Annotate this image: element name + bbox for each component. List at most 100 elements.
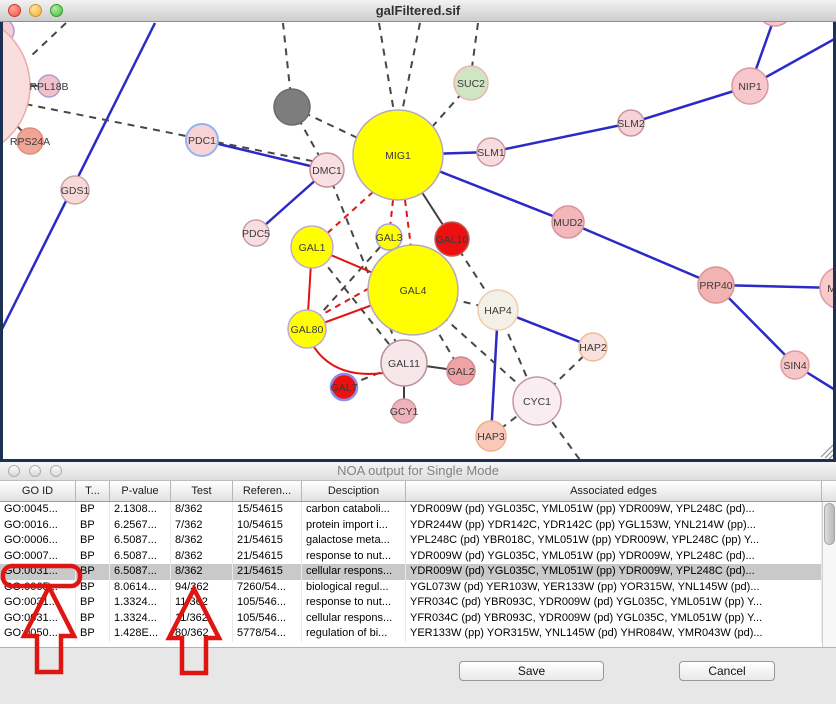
cell-go: GO:0031...: [0, 564, 76, 580]
table-row[interactable]: GO:0031...BP1.3324...11/362105/546...cel…: [0, 611, 836, 627]
CYC1-label: CYC1: [523, 396, 551, 408]
minimize-button[interactable]: [29, 465, 41, 477]
cell-description: regulation of bi...: [302, 626, 406, 642]
cell-go: GO:0065...: [0, 580, 76, 596]
column-header-reference[interactable]: Referen...: [233, 481, 302, 501]
cell-edges: YFR034C (pd) YBR093C, YDR009W (pd) YGL03…: [406, 611, 822, 627]
cell-type: BP: [76, 580, 110, 596]
cell-type: BP: [76, 564, 110, 580]
cell-type: BP: [76, 533, 110, 549]
save-button[interactable]: Save: [459, 661, 604, 681]
topright-node[interactable]: [758, 22, 792, 26]
gray-node[interactable]: [274, 89, 310, 125]
NIP1-label: NIP1: [738, 81, 762, 93]
minimize-button[interactable]: [29, 4, 42, 17]
RPS24A-label: RPS24A: [10, 136, 50, 148]
GAL3-label: GAL3: [376, 232, 403, 244]
column-header-test[interactable]: Test: [171, 481, 233, 501]
noa-titlebar: NOA output for Single Mode: [0, 462, 836, 481]
table-row[interactable]: GO:0016...BP6.2567...7/36210/54615protei…: [0, 518, 836, 534]
table-body: GO:0045...BP2.1308...8/36215/54615carbon…: [0, 502, 836, 647]
close-button[interactable]: [8, 4, 21, 17]
table-row[interactable]: GO:0050...BP1.428E...80/3625778/54...reg…: [0, 626, 836, 642]
cell-go: GO:0006...: [0, 533, 76, 549]
cell-reference: 21/54615: [233, 533, 302, 549]
cancel-button[interactable]: Cancel: [679, 661, 775, 681]
cell-type: BP: [76, 595, 110, 611]
table-row[interactable]: GO:0031...BP1.3324...11/362105/546...res…: [0, 595, 836, 611]
zoom-button[interactable]: [50, 4, 63, 17]
button-panel: Save Cancel: [0, 647, 836, 704]
resize-grip-icon[interactable]: [829, 455, 833, 459]
cell-description: response to nut...: [302, 549, 406, 565]
cell-description: carbon cataboli...: [302, 502, 406, 518]
close-button[interactable]: [8, 465, 20, 477]
scrollbar-thumb[interactable]: [824, 503, 835, 545]
network-window: RPL18BRPS24AGDS1PDC1DMC1MIG1SUC2SLM1SLM2…: [0, 0, 836, 462]
GAL2-label: GAL2: [448, 366, 475, 378]
network-edge: [405, 200, 411, 247]
cell-test: 80/362: [171, 626, 233, 642]
cell-reference: 21/54615: [233, 549, 302, 565]
cell-pvalue: 2.1308...: [110, 502, 171, 518]
table-scrollbar[interactable]: [822, 502, 836, 647]
cell-pvalue: 1.428E...: [110, 626, 171, 642]
cell-test: 8/362: [171, 502, 233, 518]
cell-pvalue: 6.5087...: [110, 549, 171, 565]
table-row[interactable]: GO:0006...BP6.5087...8/36221/54615galact…: [0, 533, 836, 549]
cell-reference: 10/54615: [233, 518, 302, 534]
cell-go: GO:0007...: [0, 549, 76, 565]
table-row[interactable]: GO:0007...BP6.5087...8/36221/54615respon…: [0, 549, 836, 565]
network-canvas[interactable]: RPL18BRPS24AGDS1PDC1DMC1MIG1SUC2SLM1SLM2…: [3, 22, 833, 459]
GAL80-label: GAL80: [291, 324, 324, 336]
cell-edges: YGL073W (pd) YER103W, YER133W (pp) YOR31…: [406, 580, 822, 596]
cell-go: GO:0050...: [0, 626, 76, 642]
GAL7-label: GAL7: [331, 382, 358, 394]
cell-edges: YDR009W (pd) YGL035C, YML051W (pp) YDR00…: [406, 502, 822, 518]
column-header-pvalue[interactable]: P-value: [110, 481, 171, 501]
cell-edges: YDR244W (pp) YDR142C, YDR142C (pp) YGL15…: [406, 518, 822, 534]
column-header-go[interactable]: GO ID: [0, 481, 76, 501]
cell-description: cellular respons...: [302, 611, 406, 627]
cell-pvalue: 6.2567...: [110, 518, 171, 534]
cell-go: GO:0031...: [0, 595, 76, 611]
HAP3-label: HAP3: [477, 431, 505, 443]
network-edge: [379, 23, 394, 112]
GAL1-label: GAL1: [299, 242, 326, 254]
cell-type: BP: [76, 518, 110, 534]
network-edge: [491, 123, 631, 152]
MUD2-label: MUD2: [553, 217, 583, 229]
network-edge: [472, 23, 478, 67]
SIN4-label: SIN4: [783, 360, 807, 372]
table-row[interactable]: GO:0045...BP2.1308...8/36215/54615carbon…: [0, 502, 836, 518]
cell-reference: 15/54615: [233, 502, 302, 518]
cell-reference: 105/546...: [233, 595, 302, 611]
cell-type: BP: [76, 502, 110, 518]
network-window-title: galFiltered.sif: [0, 0, 836, 21]
column-header-description[interactable]: Desciption: [302, 481, 406, 501]
PRP40-label: PRP40: [699, 280, 732, 292]
table-row[interactable]: GO:0031...BP6.5087...8/36221/54615cellul…: [0, 564, 836, 580]
PDC1-label: PDC1: [188, 135, 216, 147]
cell-reference: 7260/54...: [233, 580, 302, 596]
window-controls: [8, 4, 63, 17]
GAL4-label: GAL4: [400, 285, 427, 297]
cell-description: response to nut...: [302, 595, 406, 611]
GDS1-label: GDS1: [61, 185, 90, 197]
GCY1-label: GCY1: [390, 406, 419, 418]
RPL18B-label: RPL18B: [29, 81, 68, 93]
cell-description: protein import i...: [302, 518, 406, 534]
table-row[interactable]: GO:0065...BP8.0614...94/3627260/54...bio…: [0, 580, 836, 596]
PDC5-label: PDC5: [242, 228, 270, 240]
cell-pvalue: 6.5087...: [110, 564, 171, 580]
cell-test: 11/362: [171, 595, 233, 611]
GAL11-label: GAL11: [388, 358, 420, 370]
HAP4-label: HAP4: [484, 305, 512, 317]
cell-go: GO:0031...: [0, 611, 76, 627]
SUC2-label: SUC2: [457, 78, 485, 90]
table-header: GO IDT...P-valueTestReferen...Desciption…: [0, 481, 836, 502]
zoom-button[interactable]: [50, 465, 62, 477]
cell-type: BP: [76, 549, 110, 565]
column-header-edges[interactable]: Associated edges: [406, 481, 822, 501]
column-header-type[interactable]: T...: [76, 481, 110, 501]
